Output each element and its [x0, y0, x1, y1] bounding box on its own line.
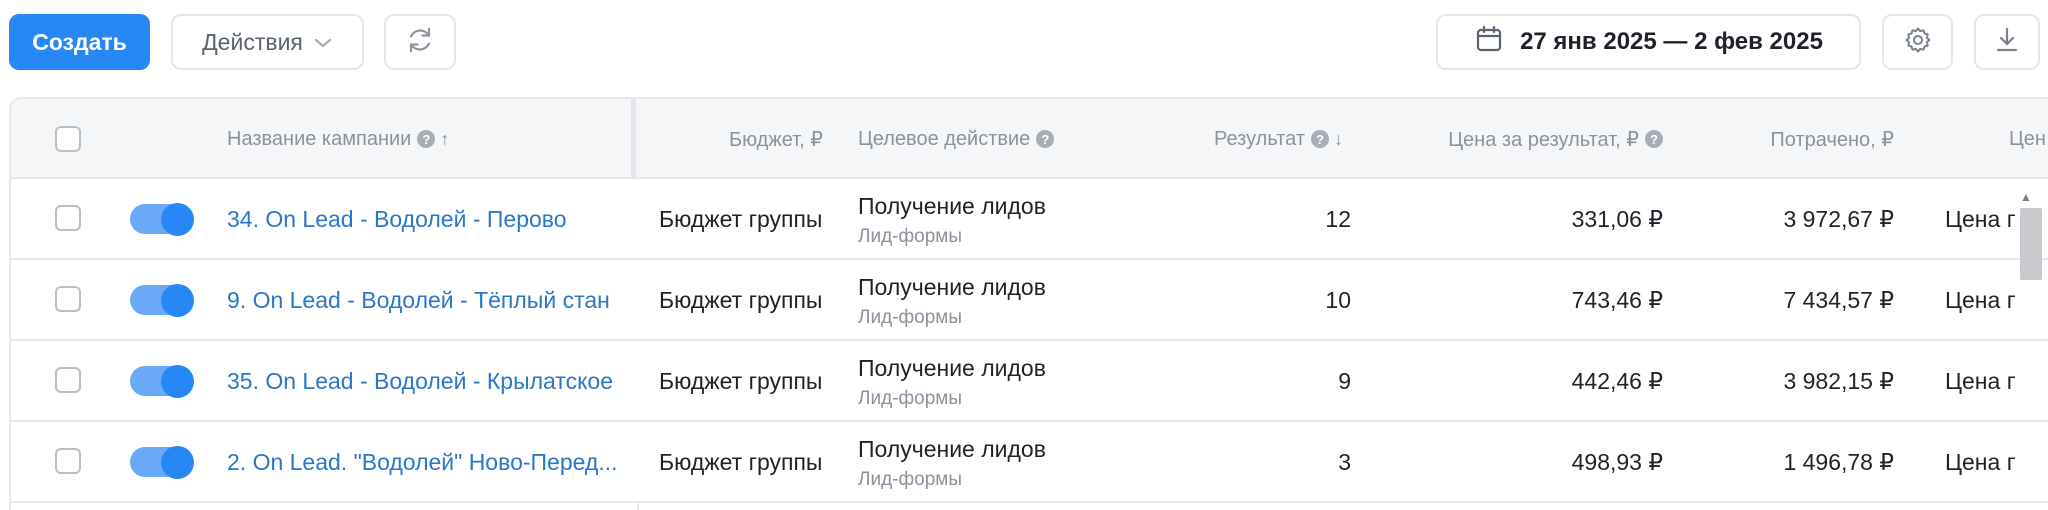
table-header: Название кампании ? ↑ Бюджет, ₽ Целевое …: [11, 99, 2048, 179]
campaigns-table: Название кампании ? ↑ Бюджет, ₽ Целевое …: [9, 97, 2048, 510]
table-row: 35. On Lead - Водолей - Крылатское Бюдже…: [11, 341, 2048, 422]
spent-cell: 3 982,15 ₽: [1783, 368, 1894, 394]
header-result-label: Результат: [1214, 127, 1305, 150]
campaign-name-link[interactable]: 9. On Lead - Водолей - Тёплый стан: [227, 260, 627, 341]
refresh-button[interactable]: [384, 14, 456, 70]
actions-dropdown[interactable]: Действия: [171, 14, 364, 70]
toggle-knob: [161, 203, 194, 236]
calendar-icon: [1474, 24, 1504, 61]
header-cut: Цен: [2009, 99, 2048, 179]
spent-cell: 3 972,67 ₽: [1783, 206, 1894, 232]
goal-cell: Получение лидов Лид-формы: [858, 355, 1046, 410]
goal-cell: Получение лидов Лид-формы: [858, 436, 1046, 491]
goal-sub: Лид-формы: [858, 469, 962, 490]
sort-up-icon: ↑: [440, 128, 450, 149]
goal-sub: Лид-формы: [858, 388, 962, 409]
row-checkbox[interactable]: [55, 448, 81, 474]
goal-sub: Лид-формы: [858, 307, 962, 328]
spent-cell: 1 496,78 ₽: [1783, 449, 1894, 475]
scroll-up-arrow-icon[interactable]: ▲: [2020, 190, 2032, 204]
header-cost-per-result-label: Цена за результат, ₽: [1448, 128, 1639, 151]
create-button[interactable]: Создать: [9, 14, 150, 70]
goal-main: Получение лидов: [858, 274, 1046, 300]
toggle-knob: [161, 284, 194, 317]
gear-icon: [1903, 25, 1933, 60]
download-button[interactable]: [1974, 14, 2040, 70]
result-cell: 12: [1325, 206, 1351, 232]
result-cell: 10: [1325, 287, 1351, 313]
column-resize-handle[interactable]: [631, 99, 636, 179]
help-icon[interactable]: ?: [1645, 130, 1663, 148]
budget-cell: Бюджет группы: [659, 368, 823, 394]
help-icon[interactable]: ?: [417, 130, 436, 148]
select-all-checkbox[interactable]: [55, 126, 81, 152]
row-checkbox[interactable]: [55, 367, 81, 393]
header-cost-per-result: Цена за результат, ₽ ?: [1411, 99, 1663, 179]
campaign-toggle[interactable]: [130, 365, 194, 398]
table-row: 2. On Lead. "Водолей" Ново-Перед... Бюдж…: [11, 422, 2048, 503]
campaign-toggle[interactable]: [130, 446, 194, 479]
cost-per-result-cell: 498,93 ₽: [1571, 449, 1663, 475]
row-checkbox[interactable]: [55, 205, 81, 231]
toggle-knob: [161, 365, 194, 398]
header-spent-label: Потрачено, ₽: [1770, 128, 1894, 151]
row-checkbox[interactable]: [55, 286, 81, 312]
cut-cell: Цена п: [1945, 449, 2015, 475]
toggle-knob: [161, 446, 194, 479]
actions-label: Действия: [202, 28, 303, 55]
spent-cell: 7 434,57 ₽: [1783, 287, 1894, 313]
cut-cell: Цена п: [1945, 287, 2015, 313]
sort-down-icon: ↓: [1334, 128, 1343, 149]
help-icon[interactable]: ?: [1311, 130, 1329, 148]
header-cut-label: Цен: [2009, 127, 2046, 150]
header-result[interactable]: Результат ? ↓: [1111, 99, 1343, 179]
help-icon[interactable]: ?: [1036, 130, 1055, 148]
budget-cell: Бюджет группы: [659, 287, 823, 313]
campaign-name-link[interactable]: 2. On Lead. "Водолей" Ново-Перед...: [227, 422, 627, 503]
cost-per-result-cell: 331,06 ₽: [1571, 206, 1663, 232]
campaign-toggle[interactable]: [130, 203, 194, 236]
goal-cell: Получение лидов Лид-формы: [858, 274, 1046, 329]
header-spent: Потрачено, ₽: [1711, 99, 1894, 179]
download-icon: [1993, 25, 2021, 60]
goal-sub: Лид-формы: [858, 226, 962, 247]
campaign-name-link[interactable]: 34. On Lead - Водолей - Перово: [227, 179, 627, 260]
header-budget-label: Бюджет, ₽: [729, 128, 823, 151]
goal-main: Получение лидов: [858, 193, 1046, 219]
vertical-scrollbar-thumb[interactable]: [2020, 208, 2042, 280]
budget-cell: Бюджет группы: [659, 206, 823, 232]
cut-cell: Цена п: [1945, 206, 2015, 232]
header-campaign-name[interactable]: Название кампании ? ↑: [227, 99, 449, 179]
goal-main: Получение лидов: [858, 436, 1046, 462]
settings-button[interactable]: [1882, 14, 1953, 70]
cost-per-result-cell: 743,46 ₽: [1571, 287, 1663, 313]
cost-per-result-cell: 442,46 ₽: [1571, 368, 1663, 394]
goal-cell: Получение лидов Лид-формы: [858, 193, 1046, 248]
date-range-picker[interactable]: 27 янв 2025 — 2 фев 2025: [1436, 14, 1861, 70]
campaign-toggle[interactable]: [130, 284, 194, 317]
chevron-down-icon: [313, 29, 333, 56]
header-budget: Бюджет, ₽: [729, 99, 823, 179]
result-cell: 3: [1338, 449, 1351, 475]
header-campaign-name-label: Название кампании: [227, 127, 412, 150]
result-cell: 9: [1338, 368, 1351, 394]
table-row: 34. On Lead - Водолей - Перово Бюджет гр…: [11, 179, 2048, 260]
date-range-text: 27 янв 2025 — 2 фев 2025: [1520, 28, 1823, 55]
campaign-name-link[interactable]: 35. On Lead - Водолей - Крылатское: [227, 341, 627, 422]
header-goal-label: Целевое действие: [858, 127, 1031, 150]
table-row: 9. On Lead - Водолей - Тёплый стан Бюдже…: [11, 260, 2048, 341]
budget-cell: Бюджет группы: [659, 449, 823, 475]
cut-cell: Цена п: [1945, 368, 2015, 394]
goal-main: Получение лидов: [858, 355, 1046, 381]
refresh-icon: [404, 24, 436, 61]
header-goal: Целевое действие ?: [858, 99, 1055, 179]
